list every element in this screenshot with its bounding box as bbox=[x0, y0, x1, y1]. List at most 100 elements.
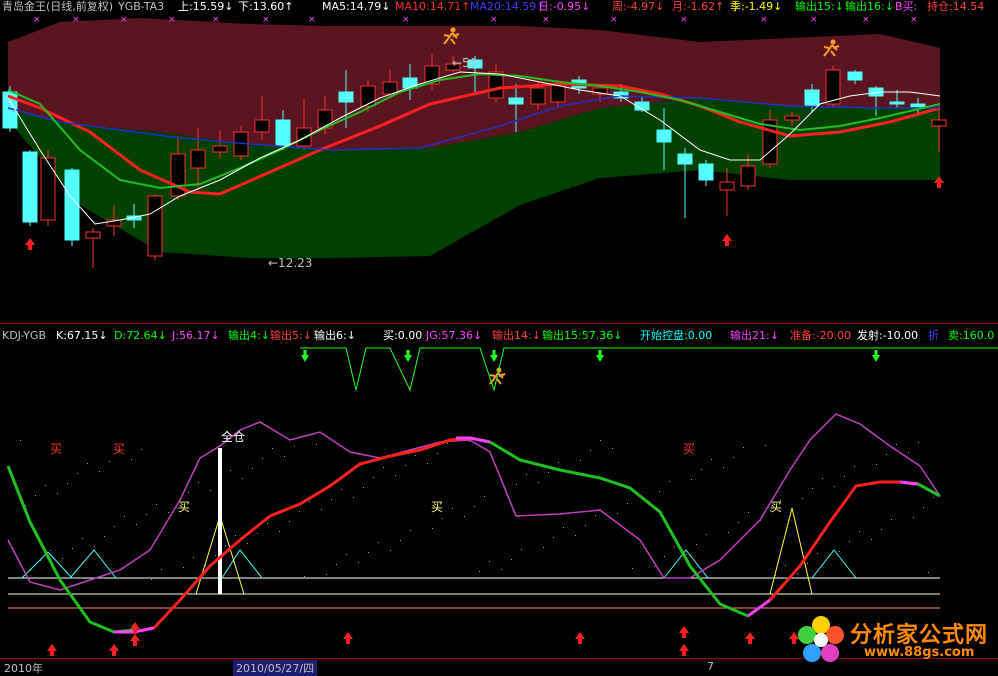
candle-body bbox=[719, 181, 735, 191]
candle-body bbox=[530, 87, 546, 105]
top-x-mark: × bbox=[33, 15, 41, 25]
candle-body bbox=[275, 119, 291, 147]
dot-mark bbox=[341, 489, 342, 490]
dot-mark bbox=[807, 563, 808, 564]
dot-mark bbox=[390, 550, 391, 551]
dot-mark bbox=[294, 446, 295, 447]
up-arrow-icon bbox=[130, 634, 140, 646]
down-arrow-icon bbox=[874, 350, 878, 355]
dot-mark bbox=[331, 499, 332, 500]
dot-mark bbox=[918, 442, 919, 443]
candle-body bbox=[360, 85, 376, 107]
candle-body bbox=[382, 81, 398, 95]
dot-mark bbox=[57, 493, 58, 494]
up-arrow-icon bbox=[343, 632, 353, 644]
up-arrow-icon bbox=[679, 644, 689, 656]
down-arrow-icon bbox=[492, 350, 496, 355]
dot-mark bbox=[395, 475, 396, 476]
footer-year: 2010年 bbox=[4, 662, 43, 675]
dot-mark bbox=[62, 558, 63, 559]
stock-chart-canvas[interactable]: × × × × × × × × × × × × × × × × bbox=[0, 0, 998, 673]
dot-mark bbox=[701, 469, 702, 470]
dot-mark bbox=[849, 541, 850, 542]
up-arrow-icon bbox=[722, 234, 732, 246]
dot-mark bbox=[600, 440, 601, 441]
dot-mark bbox=[871, 539, 872, 540]
dot-mark bbox=[691, 479, 692, 480]
dot-mark bbox=[252, 468, 253, 469]
dot-mark bbox=[797, 573, 798, 574]
dot-mark bbox=[183, 567, 184, 568]
down-arrow-icon bbox=[404, 355, 412, 362]
dot-mark bbox=[146, 514, 147, 515]
dot-mark bbox=[161, 569, 162, 570]
down-arrow-icon bbox=[598, 350, 602, 355]
dot-mark bbox=[743, 447, 744, 448]
dot-mark bbox=[812, 488, 813, 489]
dot-mark bbox=[99, 471, 100, 472]
up-arrow-icon bbox=[25, 238, 35, 250]
watermark-logo: 分析家公式网 www.88gs.com bbox=[794, 613, 990, 667]
dot-mark bbox=[511, 559, 512, 560]
top-x-mark: × bbox=[120, 15, 128, 25]
dot-mark bbox=[299, 511, 300, 512]
dot-mark bbox=[353, 497, 354, 498]
dot-mark bbox=[452, 508, 453, 509]
dot-mark bbox=[928, 572, 929, 573]
top-x-mark: × bbox=[760, 15, 768, 25]
dot-mark bbox=[188, 492, 189, 493]
dot-mark bbox=[437, 453, 438, 454]
dot-mark bbox=[442, 518, 443, 519]
top-x-mark: × bbox=[212, 15, 220, 25]
cyan-triangle bbox=[811, 549, 857, 579]
dot-mark bbox=[733, 457, 734, 458]
buy-label-2: 买 bbox=[113, 442, 126, 456]
candle-body bbox=[338, 91, 354, 103]
candle-body bbox=[22, 151, 38, 223]
dot-mark bbox=[654, 566, 655, 567]
dot-mark bbox=[622, 578, 623, 579]
dot-mark bbox=[168, 512, 169, 513]
down-arrow-icon bbox=[872, 355, 880, 362]
top-x-mark: × bbox=[262, 15, 270, 25]
dot-mark bbox=[748, 512, 749, 513]
dot-mark bbox=[198, 482, 199, 483]
dot-mark bbox=[933, 497, 934, 498]
dot-mark bbox=[210, 490, 211, 491]
top-x-mark: × bbox=[810, 15, 818, 25]
candle-body bbox=[147, 195, 163, 257]
dot-mark bbox=[612, 448, 613, 449]
dot-mark bbox=[87, 463, 88, 464]
dot-mark bbox=[859, 531, 860, 532]
d-line-green-1 bbox=[6, 465, 135, 634]
dot-mark bbox=[728, 532, 729, 533]
dot-mark bbox=[35, 495, 36, 496]
dot-mark bbox=[247, 543, 248, 544]
dot-mark bbox=[432, 528, 433, 529]
candle-body bbox=[847, 71, 863, 81]
dot-mark bbox=[109, 461, 110, 462]
cyan-triangle bbox=[221, 549, 263, 579]
dot-mark bbox=[378, 542, 379, 543]
dot-mark bbox=[696, 544, 697, 545]
flower-logo-icon bbox=[798, 616, 844, 662]
dot-mark bbox=[336, 564, 337, 565]
dot-mark bbox=[563, 527, 564, 528]
dot-mark bbox=[876, 464, 877, 465]
price-low-label: ←12.23 bbox=[268, 256, 313, 270]
dot-mark bbox=[886, 454, 887, 455]
dot-mark bbox=[383, 467, 384, 468]
dot-mark bbox=[526, 474, 527, 475]
dot-mark bbox=[257, 533, 258, 534]
dot-mark bbox=[67, 483, 68, 484]
dot-mark bbox=[131, 459, 132, 460]
down-arrow-icon bbox=[406, 350, 410, 355]
dot-mark bbox=[284, 456, 285, 457]
down-arrow-icon bbox=[490, 355, 498, 362]
dot-mark bbox=[738, 522, 739, 523]
dot-mark bbox=[706, 534, 707, 535]
top-x-mark: × bbox=[542, 15, 550, 25]
dot-mark bbox=[72, 548, 73, 549]
dot-mark bbox=[686, 554, 687, 555]
dot-mark bbox=[553, 537, 554, 538]
